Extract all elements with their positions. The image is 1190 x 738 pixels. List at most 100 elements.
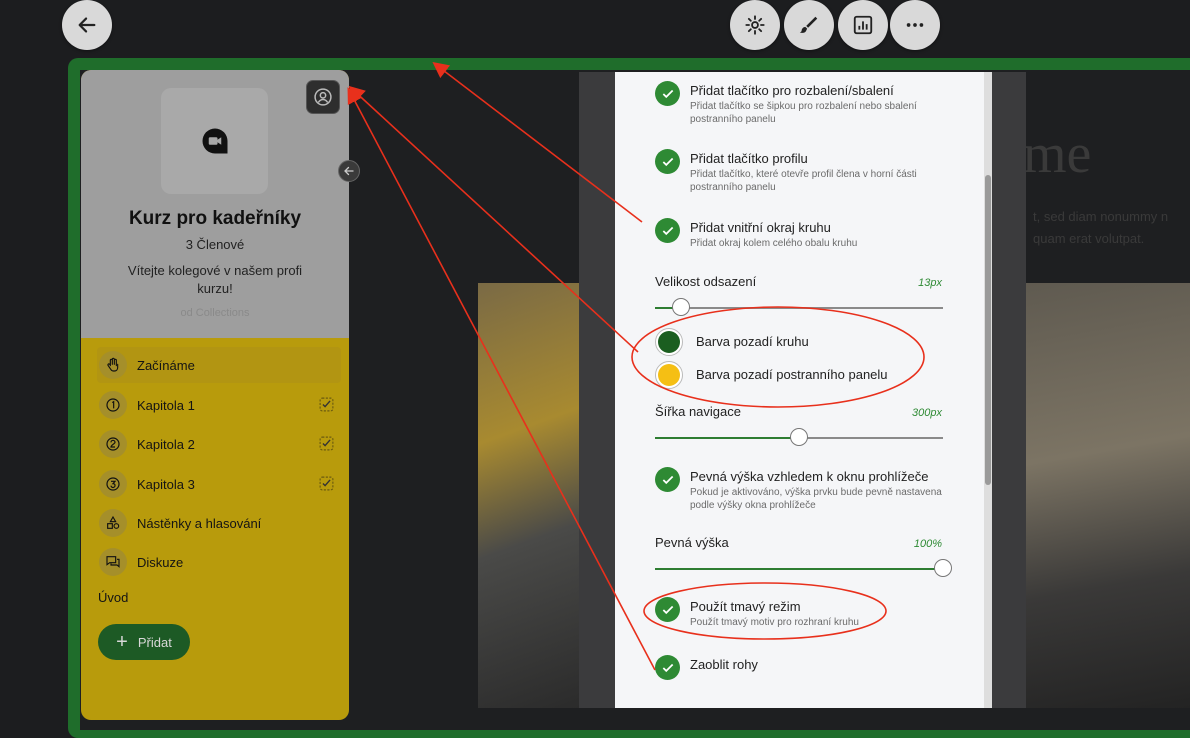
- members-count[interactable]: 3 Členové: [81, 237, 349, 252]
- color-label: Barva pozadí postranního panelu: [696, 367, 888, 382]
- slider-knob[interactable]: [671, 298, 690, 316]
- sidebar-background-color[interactable]: Barva pozadí postranního panelu: [655, 361, 955, 389]
- profile-button[interactable]: [306, 80, 340, 114]
- checkbox-checked[interactable]: [655, 149, 680, 174]
- fixed-height-label: Pevná výška: [655, 535, 729, 550]
- menu-item-label: Kapitola 3: [137, 476, 195, 492]
- option-title: Zaoblit rohy: [690, 657, 758, 672]
- design-button[interactable]: [784, 0, 834, 50]
- color-swatch[interactable]: [655, 328, 683, 356]
- option-title: Přidat tlačítko profilu: [690, 151, 808, 166]
- padding-slider[interactable]: [655, 298, 943, 316]
- checkbox-checked[interactable]: [655, 597, 680, 622]
- option-description: Přidat tlačítko se šipkou pro rozbalení …: [690, 101, 917, 125]
- fixed-height-slider[interactable]: [655, 559, 952, 577]
- menu-item-label: Kapitola 1: [137, 397, 195, 413]
- back-button[interactable]: [62, 0, 112, 50]
- menu-item-diskuze[interactable]: Diskuze: [97, 544, 341, 580]
- collapse-sidebar-button[interactable]: [338, 160, 360, 182]
- video-camera-icon: [202, 128, 227, 154]
- number-2-icon: [99, 430, 127, 458]
- option-description: Přidat tlačítko, které otevře profil čle…: [690, 169, 917, 193]
- nav-width-slider[interactable]: [655, 428, 943, 446]
- check-icon: [662, 157, 673, 166]
- fixed-height-value: 100%: [913, 538, 942, 550]
- menu-item-zaciname[interactable]: Začínáme: [97, 347, 341, 383]
- checkbox-checked[interactable]: [655, 81, 680, 106]
- menu-item-label: Diskuze: [137, 554, 184, 570]
- settings-button[interactable]: [730, 0, 780, 50]
- slider-knob[interactable]: [790, 428, 808, 446]
- slider-knob[interactable]: [934, 559, 952, 577]
- option-title: Přidat tlačítko pro rozbalení/sbalení: [690, 83, 894, 98]
- settings-panel: Přidat tlačítko pro rozbalení/sbalení Př…: [615, 72, 984, 708]
- background-photo-right: [1026, 283, 1190, 708]
- color-label: Barva pozadí kruhu: [696, 334, 809, 349]
- check-icon: [662, 475, 673, 484]
- plus-icon: +: [116, 631, 128, 653]
- background-text-line: t, sed diam nonummy n: [1033, 209, 1169, 224]
- section-header: Úvod: [98, 590, 129, 605]
- check-icon: [662, 605, 673, 614]
- circle-background-color[interactable]: Barva pozadí kruhu: [655, 328, 955, 356]
- swatch-fill: [658, 364, 680, 386]
- gear-icon: [745, 15, 765, 35]
- option-description: Pokud je aktivováno, výška prvku bude pe…: [690, 487, 942, 511]
- menu-item-nastenky[interactable]: Nástěnky a hlasování: [97, 505, 341, 541]
- more-button[interactable]: [890, 0, 940, 50]
- course-title: Kurz pro kadeřníky: [128, 208, 302, 229]
- sidebar: Kurz pro kadeřníky 3 Členové Vítejte kol…: [81, 70, 349, 720]
- stats-button[interactable]: [838, 0, 888, 50]
- background-text: t, sed diam nonummy n quam erat volutpat…: [1033, 206, 1190, 250]
- completed-check-icon: [319, 397, 334, 412]
- nav-width-value: 300px: [912, 407, 942, 419]
- background-heading: me: [1023, 123, 1092, 185]
- menu-item-kapitola-1[interactable]: Kapitola 1: [97, 387, 341, 423]
- arrow-left-icon: [344, 166, 354, 176]
- option-title: Pevná výška vzhledem k oknu prohlížeče: [690, 469, 929, 484]
- welcome-text: Vítejte kolegové v našem profi kurzu!: [127, 263, 303, 296]
- add-button-label: Přidat: [137, 634, 172, 650]
- menu-item-kapitola-2[interactable]: Kapitola 2: [97, 426, 341, 462]
- menu-item-label: Kapitola 2: [137, 436, 195, 452]
- chat-icon: [99, 548, 127, 576]
- arrow-left-icon: [78, 17, 96, 33]
- slider-fill: [655, 568, 943, 570]
- hand-icon: [99, 351, 127, 379]
- padding-label: Velikost odsazení: [655, 274, 757, 289]
- padding-value: 13px: [918, 277, 942, 289]
- sidebar-header: Kurz pro kadeřníky 3 Členové Vítejte kol…: [81, 70, 349, 338]
- brush-icon: [799, 16, 818, 33]
- add-button[interactable]: + Přidat: [98, 624, 190, 660]
- user-circle-icon: [314, 88, 332, 106]
- checkbox-checked[interactable]: [655, 218, 680, 243]
- more-horizontal-icon: [906, 23, 924, 27]
- completed-check-icon: [319, 436, 334, 451]
- menu-item-label: Začínáme: [137, 357, 195, 373]
- check-icon: [662, 89, 673, 98]
- menu-item-kapitola-3[interactable]: Kapitola 3: [97, 466, 341, 502]
- number-3-icon: [99, 470, 127, 498]
- option-description: Použít tmavý motiv pro rozhraní kruhu: [690, 617, 859, 628]
- checkbox-checked[interactable]: [655, 467, 680, 492]
- number-1-icon: [99, 391, 127, 419]
- circle-logo: [161, 88, 268, 194]
- completed-check-icon: [319, 476, 334, 491]
- chart-icon: [853, 15, 873, 35]
- swatch-fill: [658, 331, 680, 353]
- shapes-icon: [99, 509, 127, 537]
- background-photo: [478, 283, 579, 708]
- option-description: Přidat okraj kolem celého obalu kruhu: [690, 238, 858, 249]
- scrollbar-thumb[interactable]: [985, 175, 991, 485]
- background-text-line: quam erat volutpat.: [1033, 231, 1145, 246]
- check-icon: [662, 663, 673, 672]
- check-icon: [662, 226, 673, 235]
- powered-by: od Collections: [180, 307, 250, 319]
- option-title: Přidat vnitřní okraj kruhu: [690, 220, 831, 235]
- color-swatch[interactable]: [655, 361, 683, 389]
- option-title: Použít tmavý režim: [690, 599, 801, 614]
- slider-fill: [655, 437, 799, 439]
- menu-item-label: Nástěnky a hlasování: [137, 515, 262, 531]
- checkbox-checked[interactable]: [655, 655, 680, 680]
- nav-width-label: Šířka navigace: [655, 404, 741, 419]
